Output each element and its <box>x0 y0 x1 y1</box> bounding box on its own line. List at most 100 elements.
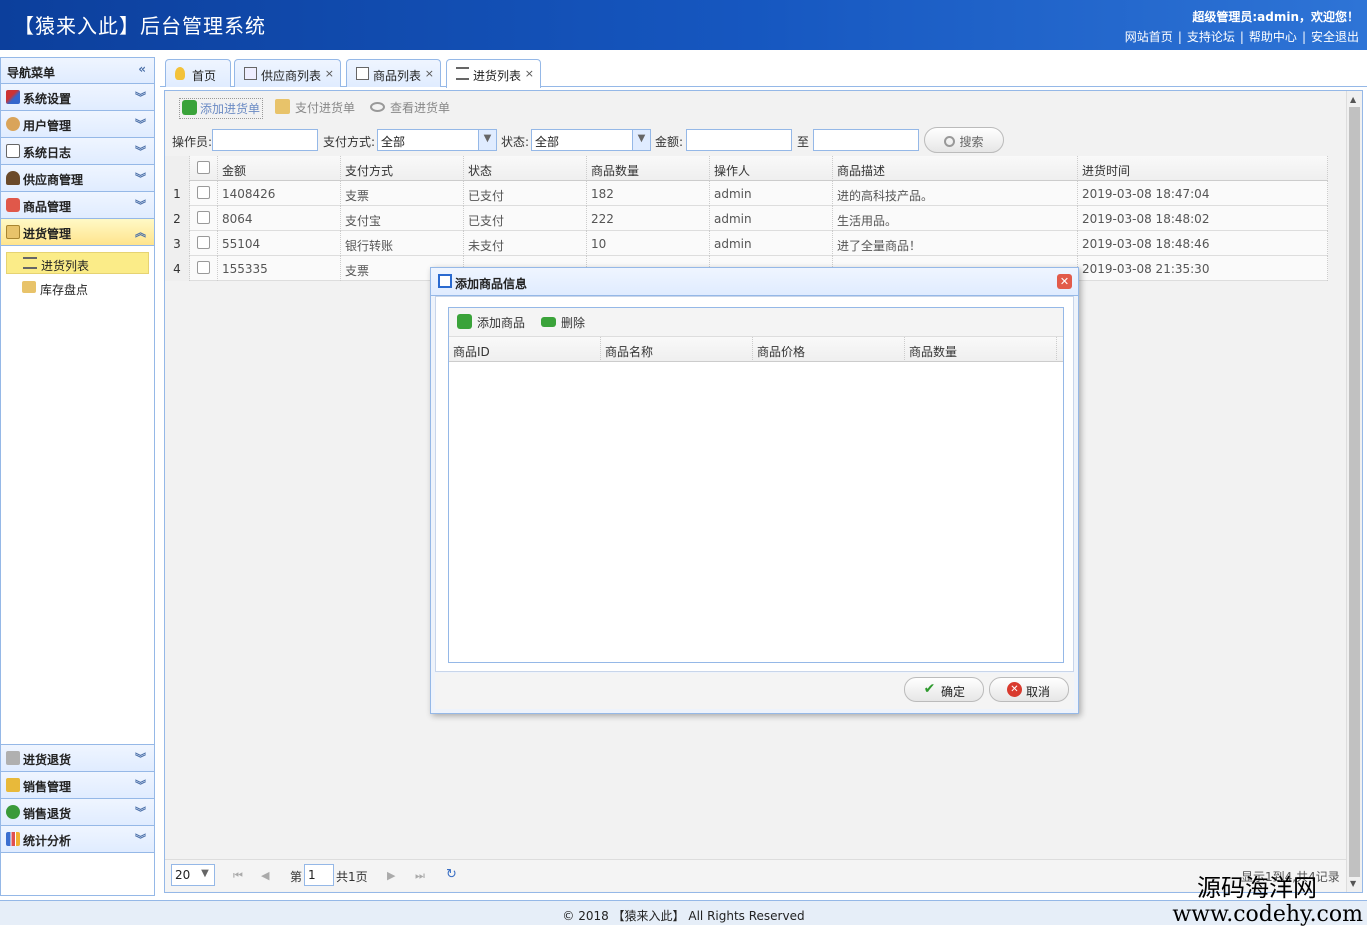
tab-label: 商品列表 <box>373 69 422 83</box>
sidebar-item-purchase-list[interactable]: 进货列表 <box>6 252 149 274</box>
pay-purchase-button[interactable]: 支付进货单 <box>275 99 355 116</box>
sidebar-group-purchase-return[interactable]: 进货退货 ︾ <box>1 745 154 772</box>
sidebar-group-sales[interactable]: 销售管理 ︾ <box>1 772 154 799</box>
cancel-icon: ✕ <box>1007 682 1022 697</box>
add-purchase-button[interactable]: 添加进货单 <box>179 98 264 119</box>
sidebar-group-goods[interactable]: 商品管理 ︾ <box>1 192 154 219</box>
chevron-down-icon[interactable]: ▼ <box>632 130 650 150</box>
cancel-button[interactable]: ✕ 取消 <box>989 677 1069 702</box>
last-page-icon[interactable]: ⏭ <box>415 869 425 883</box>
amount-from-input[interactable] <box>686 129 792 151</box>
sidebar-group-system[interactable]: 系统设置 ︾ <box>1 84 154 111</box>
chevron-down-icon: ︾ <box>135 145 146 158</box>
col-goods-price[interactable]: 商品价格 <box>753 337 905 362</box>
sidebar-group-sales-return[interactable]: 销售退货 ︾ <box>1 799 154 826</box>
tab-purchase-list[interactable]: 进货列表 × <box>446 59 541 88</box>
site-home-link[interactable]: 网站首页 <box>1125 30 1173 44</box>
col-goods-name[interactable]: 商品名称 <box>601 337 753 362</box>
next-page-icon[interactable]: ▶ <box>387 869 395 882</box>
logout-link[interactable]: 安全退出 <box>1311 30 1359 44</box>
chevron-down-icon[interactable]: ▼ <box>478 130 496 150</box>
grid-header: 金额 支付方式 状态 商品数量 操作人 商品描述 进货时间 <box>165 156 1328 181</box>
first-page-icon[interactable]: ⏮ <box>233 869 243 883</box>
chevron-down-icon: ︾ <box>135 172 146 185</box>
cell-pay-method: 银行转账 <box>341 231 464 256</box>
page-size-value: 20 <box>175 868 191 882</box>
close-icon[interactable]: × <box>525 67 534 80</box>
forum-link[interactable]: 支持论坛 <box>1187 30 1235 44</box>
chevron-down-icon: ︾ <box>135 118 146 131</box>
add-icon <box>182 100 197 115</box>
add-goods-button[interactable]: 添加商品 <box>457 314 525 331</box>
chevron-down-icon[interactable]: ▼ <box>196 865 214 885</box>
add-goods-label: 添加商品 <box>477 316 526 330</box>
table-row[interactable]: 3 55104 银行转账 未支付 10 admin 进了全量商品！ 2019-0… <box>165 231 1328 256</box>
page-number-input[interactable]: 1 <box>304 864 334 886</box>
scroll-up-icon[interactable]: ▲ <box>1350 95 1356 104</box>
col-pay-method[interactable]: 支付方式 <box>341 156 464 181</box>
tools-icon <box>6 90 20 104</box>
col-operator[interactable]: 操作人 <box>710 156 833 181</box>
sidebar-group-users[interactable]: 用户管理 ︾ <box>1 111 154 138</box>
close-icon[interactable]: × <box>325 67 334 80</box>
dialog-body: 添加商品 删除 商品ID 商品名称 商品价格 商品数量 <box>435 296 1074 672</box>
view-purchase-label: 查看进货单 <box>390 101 451 115</box>
scrollbar-thumb[interactable] <box>1349 107 1360 877</box>
save-icon <box>438 274 452 288</box>
close-icon[interactable]: × <box>425 67 434 80</box>
chevron-down-icon: ︾ <box>135 752 146 765</box>
row-checkbox[interactable] <box>190 231 218 256</box>
col-goods-id[interactable]: 商品ID <box>449 337 601 362</box>
vertical-scrollbar[interactable]: ▲ ▼ <box>1346 91 1362 892</box>
sidebar-item-inventory[interactable]: 库存盘点 <box>6 277 149 299</box>
col-quantity[interactable]: 商品数量 <box>587 156 710 181</box>
sidebar: 导航菜单 « 系统设置 ︾ 用户管理 ︾ 系统日志 ︾ 供应商管理 ︾ 商品管理 ︾ 进货… <box>0 57 155 896</box>
sidebar-group-logs[interactable]: 系统日志 ︾ <box>1 138 154 165</box>
tab-goods-list[interactable]: 商品列表 × <box>346 59 441 87</box>
search-button[interactable]: 搜索 <box>924 127 1004 153</box>
col-amount[interactable]: 金额 <box>218 156 341 181</box>
sidebar-group-label: 统计分析 <box>23 834 72 848</box>
total-pages-label: 共1页 <box>336 870 368 884</box>
page-size-select[interactable]: 20 ▼ <box>171 864 215 886</box>
table-row[interactable]: 2 8064 支付宝 已支付 222 admin 生活用品。 2019-03-0… <box>165 206 1328 231</box>
table-row[interactable]: 1 1408426 支票 已支付 182 admin 进的高科技产品。 2019… <box>165 181 1328 206</box>
col-goods-quantity[interactable]: 商品数量 <box>905 337 1057 362</box>
refresh-icon[interactable]: ↻ <box>446 867 457 882</box>
col-description[interactable]: 商品描述 <box>833 156 1078 181</box>
col-time[interactable]: 进货时间 <box>1078 156 1328 181</box>
cell-amount: 55104 <box>218 231 341 256</box>
row-checkbox[interactable] <box>190 181 218 206</box>
row-checkbox[interactable] <box>190 256 218 281</box>
amount-to-input[interactable] <box>813 129 919 151</box>
chevron-down-icon: ︾ <box>135 833 146 846</box>
sidebar-group-label: 系统设置 <box>23 92 72 106</box>
tab-home[interactable]: 首页 <box>165 59 231 87</box>
sidebar-group-label: 供应商管理 <box>23 173 84 187</box>
purchase-grid: 金额 支付方式 状态 商品数量 操作人 商品描述 进货时间 1 1408426 … <box>165 156 1328 281</box>
status-select[interactable]: 全部 ▼ <box>531 129 651 151</box>
search-icon <box>944 136 956 147</box>
cell-pay-method: 支票 <box>341 181 464 206</box>
collapse-sidebar-icon[interactable]: « <box>138 62 146 76</box>
delete-goods-button[interactable]: 删除 <box>541 314 585 331</box>
filter-bar: 操作员: 支付方式: 全部 ▼ 状态: 全部 ▼ 金额: 至 搜索 <box>165 127 1346 153</box>
sidebar-group-purchase[interactable]: 进货管理 ︽ <box>1 219 154 246</box>
watermark: 源码海洋网 www.codehy.com <box>1172 868 1363 927</box>
tab-supplier-list[interactable]: 供应商列表 × <box>234 59 341 87</box>
sidebar-group-stats[interactable]: 统计分析 ︾ <box>1 826 154 853</box>
close-icon[interactable]: ✕ <box>1057 274 1072 289</box>
operator-input[interactable] <box>212 129 318 151</box>
confirm-button[interactable]: ✔ 确定 <box>904 677 984 702</box>
welcome-text: 超级管理员:admin，欢迎您！ <box>1192 10 1359 24</box>
view-purchase-button[interactable]: 查看进货单 <box>370 99 450 116</box>
cell-pay-method: 支付宝 <box>341 206 464 231</box>
row-checkbox[interactable] <box>190 206 218 231</box>
sidebar-group-supplier[interactable]: 供应商管理 ︾ <box>1 165 154 192</box>
goods-grid-header: 商品ID 商品名称 商品价格 商品数量 <box>449 337 1063 362</box>
help-link[interactable]: 帮助中心 <box>1249 30 1297 44</box>
select-all-checkbox[interactable] <box>190 156 218 181</box>
pay-method-select[interactable]: 全部 ▼ <box>377 129 497 151</box>
col-status[interactable]: 状态 <box>464 156 587 181</box>
prev-page-icon[interactable]: ◀ <box>261 869 269 882</box>
